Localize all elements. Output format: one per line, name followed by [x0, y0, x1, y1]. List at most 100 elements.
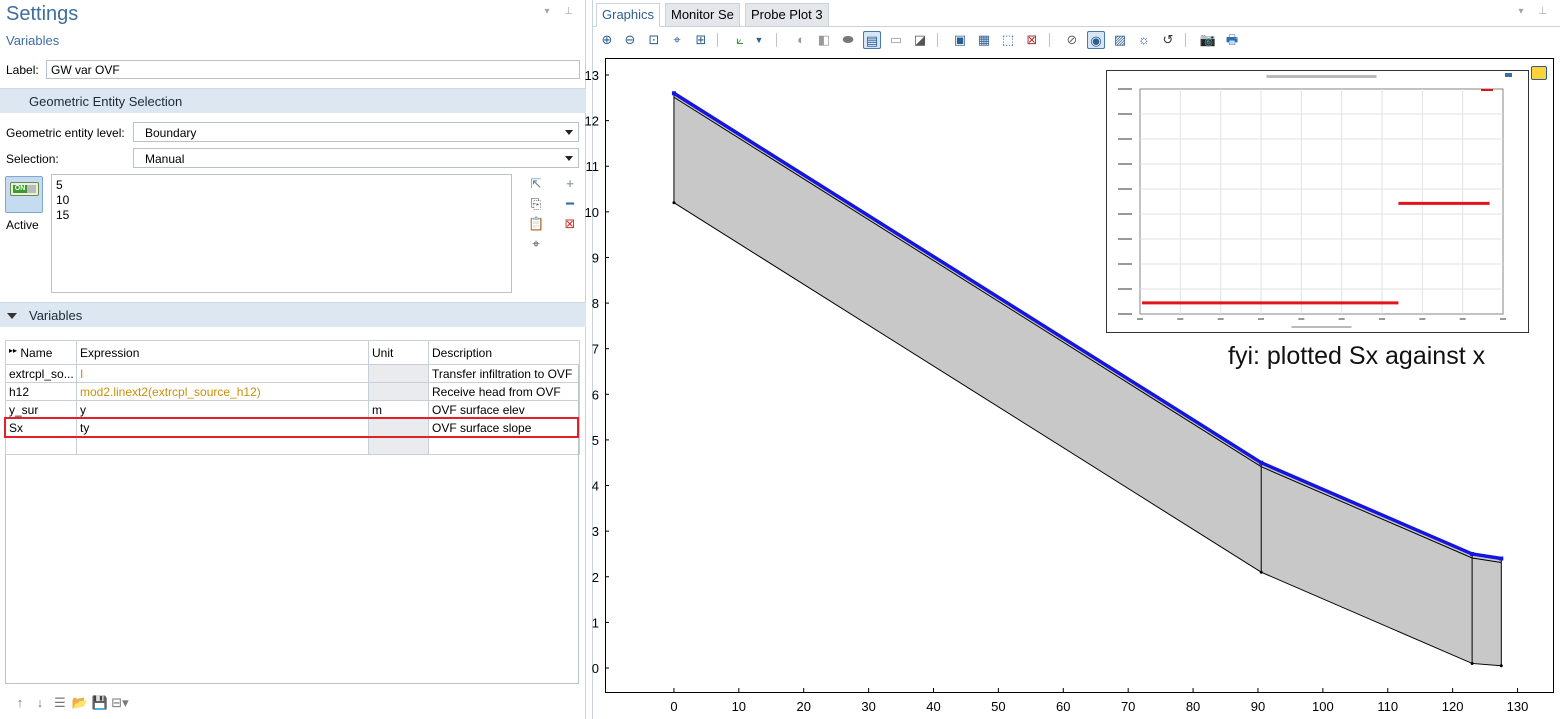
x-tick-label: 120	[1442, 699, 1464, 714]
move-up-icon[interactable]: ↑	[10, 695, 30, 710]
table-row[interactable]: extrcpl_so... I Transfer infiltration to…	[5, 364, 580, 383]
selection-value: Manual	[145, 152, 185, 166]
select-objects-icon[interactable]: ◐	[792, 31, 810, 49]
zoom-to-selection-icon[interactable]: ⌖	[528, 236, 544, 252]
table-row-empty[interactable]	[5, 436, 580, 455]
selection-select[interactable]: Manual	[133, 148, 579, 168]
cell-expression[interactable]: y	[76, 400, 369, 419]
inset-y-tick-label	[1118, 138, 1132, 140]
zoom-extents-icon[interactable]: ⊞	[692, 31, 710, 49]
select-all-icon[interactable]: ⬚	[999, 31, 1017, 49]
transparency-icon[interactable]: ▨	[1111, 31, 1129, 49]
move-down-icon[interactable]: ↓	[30, 695, 50, 710]
inset-plot-svg	[1118, 73, 1512, 328]
select-edges-icon[interactable]: ▤	[863, 31, 881, 49]
inset-x-tick-label	[1338, 318, 1345, 320]
select-points-icon[interactable]: ▭	[887, 31, 905, 49]
print-icon[interactable]: 🖶	[1223, 31, 1241, 49]
delete-rows-icon[interactable]: ☰	[50, 695, 70, 711]
select-by-color-icon[interactable]: ⇱	[528, 176, 544, 192]
column-header-unit[interactable]: Unit	[368, 340, 429, 365]
scene-light-icon[interactable]: ☼	[1135, 31, 1153, 49]
zoom-selected-icon[interactable]: ⌖	[668, 31, 686, 49]
column-header-expression[interactable]: Expression	[76, 340, 369, 365]
save-icon[interactable]: 💾	[90, 695, 110, 711]
y-tick-label: 1	[592, 615, 599, 630]
clear-selection-icon[interactable]: ◪	[911, 31, 929, 49]
entity-level-select[interactable]: Boundary	[133, 122, 579, 142]
cell-name[interactable]	[5, 436, 77, 455]
cell-expression[interactable]: ty	[76, 418, 369, 437]
vertex-point	[1499, 664, 1503, 668]
chevron-down-icon[interactable]: ▼	[750, 31, 768, 49]
tab-probe-plot[interactable]: Probe Plot 3	[745, 3, 829, 26]
x-tick-label: 50	[991, 699, 1005, 714]
deselect-all-icon[interactable]: ⊠	[1023, 31, 1041, 49]
cell-name[interactable]: extrcpl_so...	[5, 364, 77, 383]
select-boundaries-icon[interactable]: ⬬	[839, 31, 857, 49]
camera-icon[interactable]: 📷	[1199, 31, 1217, 49]
table-row-selected[interactable]: Sx ty OVF surface slope	[5, 418, 580, 437]
column-header-description[interactable]: Description	[428, 340, 580, 365]
cell-expression[interactable]	[76, 436, 369, 455]
zoom-out-icon[interactable]: ⊖	[621, 31, 639, 49]
variables-section-header[interactable]: Variables	[0, 302, 586, 327]
inset-x-tick-label	[1500, 318, 1506, 320]
list-item[interactable]: 5	[56, 178, 63, 192]
hide-selected-icon[interactable]: ▣	[951, 31, 969, 49]
table-row[interactable]: h12 mod2.linext2(extrcpl_source_h12) Rec…	[5, 382, 580, 401]
cell-expression[interactable]: I	[76, 364, 369, 383]
cell-description[interactable]: OVF surface slope	[428, 418, 580, 437]
paste-selection-icon[interactable]: 📋	[528, 216, 544, 232]
tab-graphics[interactable]: Graphics	[596, 3, 661, 27]
cell-description[interactable]: OVF surface elev	[428, 400, 580, 419]
open-file-icon[interactable]: 📂	[70, 695, 90, 711]
cell-description[interactable]: Transfer infiltration to OVF	[428, 364, 580, 383]
cell-expression[interactable]: mod2.linext2(extrcpl_source_h12)	[76, 382, 369, 401]
x-tick-label: 30	[861, 699, 875, 714]
hide-icon[interactable]: ⊘	[1063, 31, 1081, 49]
cell-unit[interactable]	[368, 418, 429, 437]
table-row[interactable]: y_sur y m OVF surface elev	[5, 400, 580, 419]
panel-pin-icons[interactable]: ▾ ⊥	[1518, 6, 1553, 17]
caret-down-icon	[7, 313, 17, 319]
panel-pin-icons[interactable]: ▾ ⊥	[544, 6, 579, 17]
zoom-in-icon[interactable]: ⊕	[598, 31, 616, 49]
reset-view-icon[interactable]: ↺	[1159, 31, 1177, 49]
table-options-icon[interactable]: ⊟▾	[110, 695, 130, 711]
eye-icon[interactable]: ◉	[1087, 31, 1105, 49]
y-tick-label: 4	[592, 479, 599, 494]
selection-list[interactable]: 5 10 15	[51, 174, 512, 293]
cell-unit[interactable]	[368, 364, 429, 383]
axis-orientation-icon[interactable]: ⟀	[731, 31, 749, 49]
cell-unit[interactable]	[368, 382, 429, 401]
cell-name[interactable]: Sx	[5, 418, 77, 437]
remove-icon[interactable]: ━	[562, 196, 578, 212]
add-icon[interactable]: +	[562, 176, 578, 192]
show-all-icon[interactable]: ▦	[975, 31, 993, 49]
cell-name[interactable]: h12	[5, 382, 77, 401]
zoom-box-icon[interactable]: ⊡	[645, 31, 663, 49]
y-tick-label: 10	[585, 205, 599, 220]
inset-y-tick-label	[1118, 213, 1132, 215]
cell-description[interactable]	[428, 436, 580, 455]
y-tick-label: 2	[592, 570, 599, 585]
label-input[interactable]	[46, 60, 580, 79]
geometry-plot[interactable]: 0 10 20 30 40 50 60 70 80 90 100 110 120 130 0 1 2 3 4 5 6 7 8…	[585, 58, 1555, 714]
clear-selection-icon[interactable]: ⊠	[562, 216, 578, 232]
legend-toggle-icon[interactable]	[1531, 66, 1547, 80]
list-item[interactable]: 10	[56, 193, 69, 207]
select-domains-icon[interactable]: ◧	[815, 31, 833, 49]
copy-selection-icon[interactable]: ⎘	[528, 196, 544, 212]
column-header-name[interactable]: ▸▸ Name	[5, 340, 77, 365]
cell-unit[interactable]: m	[368, 400, 429, 419]
cell-description[interactable]: Receive head from OVF	[428, 382, 580, 401]
cell-unit[interactable]	[368, 436, 429, 455]
y-tick-label: 9	[592, 250, 599, 265]
cell-name[interactable]: y_sur	[5, 400, 77, 419]
geo-section-header[interactable]: Geometric Entity Selection	[0, 88, 586, 113]
active-toggle-button[interactable]: ON	[5, 176, 43, 213]
table-header-row: ▸▸ Name Expression Unit Description	[5, 340, 580, 365]
list-item[interactable]: 15	[56, 208, 69, 222]
tab-monitor[interactable]: Monitor Se	[665, 3, 740, 26]
